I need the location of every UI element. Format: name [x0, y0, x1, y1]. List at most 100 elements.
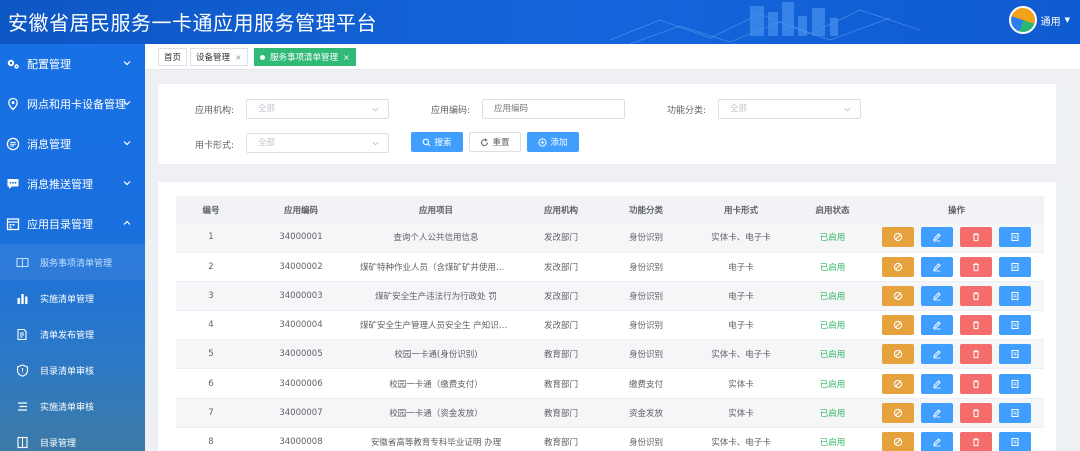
- edit-button[interactable]: [921, 227, 953, 248]
- table-row[interactable]: 1 34000001 查询个人公共信用信息 发改部门 身份识别 实体卡、电子卡 …: [176, 223, 1044, 253]
- sidebar-item-push[interactable]: 消息推送管理: [0, 164, 145, 204]
- sidebar-item-messages[interactable]: 消息管理: [0, 124, 145, 164]
- tab-label: 服务事项清单管理: [270, 53, 339, 63]
- city-network-illustration: [609, 2, 921, 44]
- delete-button[interactable]: [960, 227, 992, 248]
- cell-no: 8: [176, 427, 246, 451]
- delete-button[interactable]: [960, 315, 992, 336]
- delete-button[interactable]: [960, 285, 992, 306]
- table-row[interactable]: 3 34000003 煤矿安全生产违法行为行政处 罚 发改部门 身份识别 电子卡…: [176, 281, 1044, 312]
- table-row[interactable]: 5 34000005 校园一卡通(身份识别) 教育部门 身份识别 实体卡、电子卡…: [176, 339, 1044, 370]
- table-row[interactable]: 6 34000006 校园一卡通（缴费支付） 教育部门 缴费支付 实体卡 已启用: [176, 368, 1044, 399]
- edit-button[interactable]: [921, 285, 953, 306]
- toggle-status-button[interactable]: [882, 344, 914, 365]
- edit-button[interactable]: [921, 315, 953, 336]
- sidebar-subitem-catalog-manage[interactable]: 目录管理: [0, 424, 145, 451]
- close-icon[interactable]: ×: [343, 53, 350, 62]
- sidebar-item-config[interactable]: 配置管理: [0, 44, 145, 84]
- cell-actions: [869, 281, 1044, 312]
- detail-button[interactable]: [999, 285, 1031, 306]
- cell-status: 已启用: [796, 368, 869, 399]
- detail-button[interactable]: [999, 227, 1031, 248]
- cell-code: 34000008: [246, 427, 356, 451]
- delete-button[interactable]: [960, 431, 992, 451]
- cell-category: 身份识别: [606, 281, 686, 312]
- detail-button[interactable]: [999, 431, 1031, 451]
- sidebar-item-catalog[interactable]: 应用目录管理: [0, 204, 145, 244]
- category-select[interactable]: 全部: [718, 99, 861, 119]
- org-select[interactable]: 全部: [246, 99, 389, 119]
- add-button[interactable]: 添加: [527, 132, 579, 152]
- edit-button[interactable]: [921, 344, 953, 365]
- cell-code: 34000001: [246, 223, 356, 253]
- bar-chart-icon: [16, 292, 29, 305]
- sidebar: 配置管理 网点和用卡设备管理 消息管理 消息推送管理 应用目录管理 服务事项清单…: [0, 44, 145, 451]
- detail-button[interactable]: [999, 256, 1031, 277]
- calendar-grid-icon: [6, 217, 20, 231]
- cell-card-form: 实体卡: [686, 368, 796, 399]
- delete-button[interactable]: [960, 402, 992, 423]
- detail-button[interactable]: [999, 344, 1031, 365]
- close-icon[interactable]: ×: [235, 53, 242, 62]
- cell-card-form: 电子卡: [686, 281, 796, 312]
- code-input[interactable]: [482, 99, 625, 119]
- document-icon: [1011, 350, 1019, 359]
- column-header: 启用状态: [796, 196, 869, 223]
- ban-icon: [893, 379, 903, 388]
- ban-icon: [893, 350, 903, 359]
- sidebar-subitem-impl-review[interactable]: 实施清单审核: [0, 388, 145, 424]
- chat-bubble-icon: [6, 177, 20, 191]
- tab-home[interactable]: 首页: [158, 48, 188, 66]
- toggle-status-button[interactable]: [882, 227, 914, 248]
- toggle-status-button[interactable]: [882, 373, 914, 394]
- detail-button[interactable]: [999, 315, 1031, 336]
- toggle-status-button[interactable]: [882, 256, 914, 277]
- sidebar-subitem-publish[interactable]: 清单发布管理: [0, 316, 145, 352]
- detail-button[interactable]: [999, 373, 1031, 394]
- org-label: 应用机构:: [195, 106, 235, 116]
- column-header: 操作: [869, 196, 1044, 223]
- detail-button[interactable]: [999, 402, 1031, 423]
- sidebar-subitem-impl-list[interactable]: 实施清单管理: [0, 280, 145, 316]
- cell-project: 安徽省高等教育专科毕业证明 办理: [356, 427, 516, 451]
- sidebar-item-outlets[interactable]: 网点和用卡设备管理: [0, 84, 145, 124]
- toggle-status-button[interactable]: [882, 402, 914, 423]
- delete-button[interactable]: [960, 373, 992, 394]
- edit-button[interactable]: [921, 373, 953, 394]
- table-row[interactable]: 7 34000007 校园一卡通（资金发放） 教育部门 资金发放 实体卡 已启用: [176, 398, 1044, 428]
- table-row[interactable]: 8 34000008 安徽省高等教育专科毕业证明 办理 教育部门 身份识别 实体…: [176, 427, 1044, 451]
- edit-button[interactable]: [921, 431, 953, 451]
- cell-status: 已启用: [796, 281, 869, 312]
- delete-button[interactable]: [960, 344, 992, 365]
- user-name[interactable]: 通用: [1041, 13, 1061, 28]
- sidebar-subitem-service-list[interactable]: 服务事项清单管理: [0, 244, 145, 280]
- ban-icon: [893, 291, 903, 301]
- add-button-label: 添加: [550, 138, 568, 148]
- top-header: 安徽省居民服务一卡通应用服务管理平台 通用 ▼: [0, 0, 1080, 44]
- document-edit-icon: [16, 328, 29, 341]
- delete-button[interactable]: [960, 256, 992, 277]
- search-button[interactable]: 搜索: [411, 132, 463, 152]
- tab-service-list[interactable]: 服务事项清单管理 ×: [254, 48, 356, 66]
- document-icon: [1011, 321, 1019, 330]
- edit-button[interactable]: [921, 402, 953, 423]
- toggle-status-button[interactable]: [882, 431, 914, 451]
- toggle-status-button[interactable]: [882, 285, 914, 306]
- reset-button[interactable]: 重置: [469, 132, 521, 152]
- cell-status: 已启用: [796, 427, 869, 451]
- table-row[interactable]: 2 34000002 煤矿特种作业人员（含煤矿矿井使用的特种设备作业人员） 发改…: [176, 252, 1044, 282]
- caret-down-icon[interactable]: ▼: [1065, 16, 1070, 24]
- cell-code: 34000004: [246, 310, 356, 341]
- list-icon: [16, 400, 29, 413]
- toggle-status-button[interactable]: [882, 315, 914, 336]
- card-form-select-value: 全部: [258, 138, 276, 148]
- avatar[interactable]: [1008, 6, 1037, 34]
- ban-icon: [893, 262, 903, 271]
- sidebar-subitem-catalog-review[interactable]: 目录清单审核: [0, 352, 145, 388]
- org-select-value: 全部: [258, 104, 276, 114]
- edit-button[interactable]: [921, 256, 953, 277]
- card-form-select[interactable]: 全部: [246, 133, 389, 153]
- tab-device-management[interactable]: 设备管理 ×: [190, 48, 248, 66]
- user-menu[interactable]: 通用 ▼: [1008, 6, 1070, 34]
- table-row[interactable]: 4 34000004 煤矿安全生产管理人员安全生 产知识和管理能力考核 发改部门…: [176, 310, 1044, 341]
